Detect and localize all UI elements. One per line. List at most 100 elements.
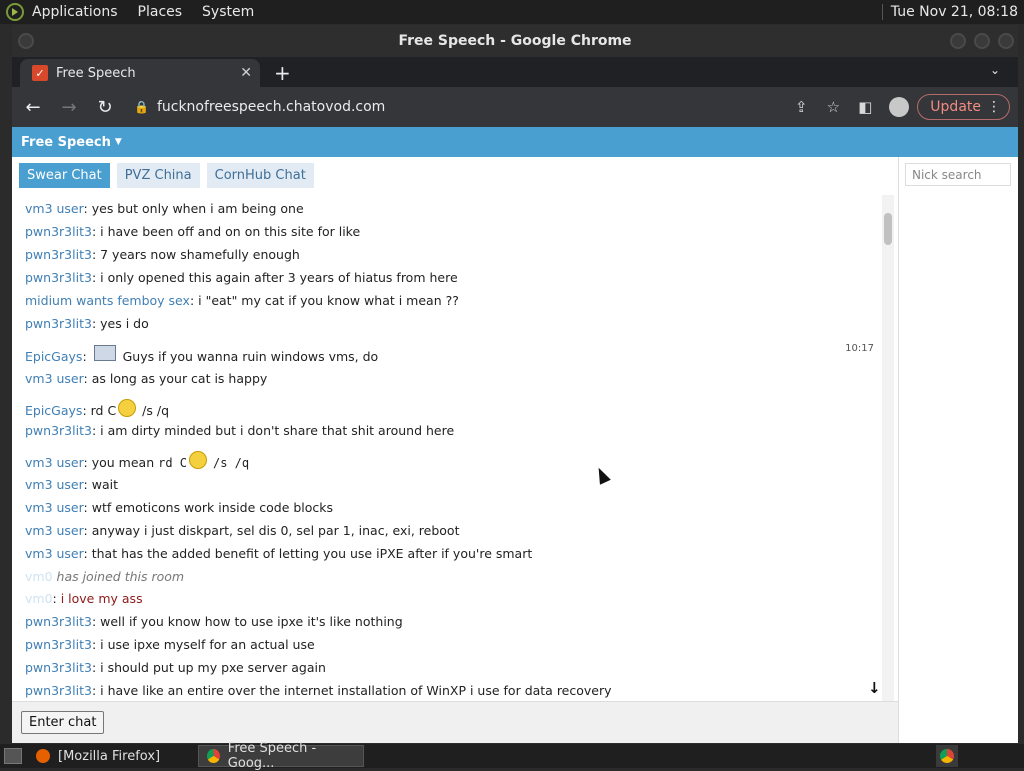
message-row: pwn3r3lit3: i only opened this again aft… xyxy=(25,270,458,285)
chrome-icon xyxy=(940,749,954,763)
message-text: i am dirty minded but i don't share that… xyxy=(100,423,455,438)
message-row: EpicGays: rd C /s /q xyxy=(25,399,169,418)
message-row: pwn3r3lit3: i should put up my pxe serve… xyxy=(25,660,326,675)
message-nick[interactable]: pwn3r3lit3 xyxy=(25,224,92,239)
message-nick[interactable]: vm0 xyxy=(25,591,53,606)
message-row: vm0: i love my ass xyxy=(25,591,143,606)
window-titlebar[interactable]: Free Speech - Google Chrome xyxy=(12,25,1018,57)
code-block: /s /q xyxy=(213,456,250,470)
message-nick[interactable]: vm3 user xyxy=(25,455,84,470)
minimize-icon[interactable] xyxy=(950,33,966,49)
message-nick[interactable]: pwn3r3lit3 xyxy=(25,683,92,698)
browser-toolbar: ← → ↻ 🔒 fucknofreespeech.chatovod.com ⇪ … xyxy=(12,87,1018,127)
nick-search-input[interactable]: Nick search xyxy=(905,163,1011,186)
room-tab-pvz-china[interactable]: PVZ China xyxy=(116,163,200,188)
message-nick[interactable]: EpicGays xyxy=(25,349,82,364)
menu-places[interactable]: Places xyxy=(138,4,183,20)
message-text: i love my ass xyxy=(60,591,143,606)
browser-tab[interactable]: ✓ Free Speech ✕ xyxy=(20,59,260,87)
tab-search-chevron-icon[interactable]: ⌄ xyxy=(990,63,1000,77)
new-tab-icon[interactable]: + xyxy=(274,61,291,85)
site-favicon-icon: ✓ xyxy=(32,65,48,81)
message-row: pwn3r3lit3: 7 years now shamefully enoug… xyxy=(25,247,300,262)
close-window-icon[interactable] xyxy=(998,33,1014,49)
tray-chrome-icon[interactable] xyxy=(936,745,958,767)
room-tab-cornhub-chat[interactable]: CornHub Chat xyxy=(206,163,314,188)
address-bar[interactable]: fucknofreespeech.chatovod.com xyxy=(157,99,385,115)
reload-icon[interactable]: ↻ xyxy=(90,97,120,118)
tab-title: Free Speech xyxy=(56,65,136,81)
message-text: that has the added benefit of letting yo… xyxy=(91,546,533,561)
window-menu-icon[interactable] xyxy=(18,33,34,49)
user-list-panel: Nick search xyxy=(898,157,1018,743)
code-block: rd C xyxy=(158,456,188,470)
message-nick[interactable]: pwn3r3lit3 xyxy=(25,270,92,285)
taskbar-item-firefox[interactable]: [Mozilla Firefox] xyxy=(28,745,194,767)
caret-down-icon[interactable]: ▼ xyxy=(115,137,122,147)
message-text: as long as your cat is happy xyxy=(91,371,268,386)
message-nick[interactable]: midium wants femboy sex xyxy=(25,293,190,308)
menu-applications[interactable]: Applications xyxy=(32,4,118,20)
clock[interactable]: Tue Nov 21, 08:18 xyxy=(881,4,1018,20)
message-nick[interactable]: pwn3r3lit3 xyxy=(25,660,92,675)
browser-window: Free Speech - Google Chrome ✓ Free Speec… xyxy=(12,25,1018,743)
message-nick[interactable]: EpicGays xyxy=(25,403,82,418)
forward-icon[interactable]: → xyxy=(54,97,84,118)
taskbar-item-label: [Mozilla Firefox] xyxy=(58,748,161,764)
close-tab-icon[interactable]: ✕ xyxy=(240,65,252,81)
message-text: wtf emoticons work inside code blocks xyxy=(91,500,334,515)
message-nick[interactable]: vm3 user xyxy=(25,477,84,492)
enter-chat-button[interactable]: Enter chat xyxy=(21,711,105,734)
show-desktop-icon[interactable] xyxy=(4,748,22,764)
message-text: i only opened this again after 3 years o… xyxy=(100,270,458,285)
message-nick[interactable]: vm3 user xyxy=(25,371,84,386)
share-icon[interactable]: ⇪ xyxy=(785,98,817,116)
taskbar-item-chrome[interactable]: Free Speech - Goog... xyxy=(198,741,364,771)
message-text: 7 years now shamefully enough xyxy=(100,247,300,262)
scroll-to-bottom-arrow-icon[interactable]: ↓ xyxy=(868,679,881,697)
smiley-emoticon-icon xyxy=(118,399,137,417)
message-text: /s /q xyxy=(142,403,170,418)
message-row: pwn3r3lit3: yes i do xyxy=(25,316,149,331)
chat-main: Swear Chat PVZ China CornHub Chat vm3 us… xyxy=(12,157,898,743)
distro-logo-icon[interactable] xyxy=(6,3,24,21)
system-message-row: vm0 has joined this room xyxy=(25,569,184,584)
message-nick[interactable]: vm3 user xyxy=(25,523,84,538)
message-nick[interactable]: vm0 xyxy=(25,569,53,584)
kebab-menu-icon[interactable]: ⋮ xyxy=(987,99,1001,115)
menu-system[interactable]: System xyxy=(202,4,254,20)
message-text: rd C xyxy=(90,403,117,418)
message-nick[interactable]: pwn3r3lit3 xyxy=(25,423,92,438)
site-header: Free Speech ▼ xyxy=(12,127,1018,157)
message-nick[interactable]: pwn3r3lit3 xyxy=(25,614,92,629)
maximize-icon[interactable] xyxy=(974,33,990,49)
profile-avatar-icon[interactable] xyxy=(889,97,910,117)
bookmark-star-icon[interactable]: ☆ xyxy=(817,98,849,116)
message-row: vm3 user: anyway i just diskpart, sel di… xyxy=(25,523,460,538)
message-text: i use ipxe myself for an actual use xyxy=(100,637,315,652)
message-row: EpicGays: Guys if you wanna ruin windows… xyxy=(25,345,378,364)
message-nick[interactable]: vm3 user xyxy=(25,546,84,561)
message-text: yes but only when i am being one xyxy=(91,201,304,216)
room-tabs: Swear Chat PVZ China CornHub Chat xyxy=(19,163,321,188)
room-menu[interactable]: Free Speech xyxy=(21,135,111,150)
message-nick[interactable]: pwn3r3lit3 xyxy=(25,247,92,262)
update-button[interactable]: Update ⋮ xyxy=(917,94,1010,120)
page-viewport: Free Speech ▼ Swear Chat PVZ China CornH… xyxy=(12,127,1018,743)
message-text: you mean xyxy=(91,455,155,470)
message-nick[interactable]: vm3 user xyxy=(25,201,84,216)
side-panel-icon[interactable]: ◧ xyxy=(849,98,881,116)
message-row: pwn3r3lit3: i am dirty minded but i don'… xyxy=(25,423,455,438)
chat-scrollbar[interactable] xyxy=(882,195,894,701)
lock-icon[interactable]: 🔒 xyxy=(134,100,149,114)
scrollbar-thumb[interactable] xyxy=(884,213,892,245)
message-text: i "eat" my cat if you know what i mean ?… xyxy=(198,293,459,308)
message-nick[interactable]: pwn3r3lit3 xyxy=(25,637,92,652)
room-tab-swear-chat[interactable]: Swear Chat xyxy=(19,163,110,188)
message-row: vm3 user: wtf emoticons work inside code… xyxy=(25,500,334,515)
back-icon[interactable]: ← xyxy=(18,97,48,118)
message-nick[interactable]: pwn3r3lit3 xyxy=(25,316,92,331)
message-text: wait xyxy=(91,477,118,492)
message-nick[interactable]: vm3 user xyxy=(25,500,84,515)
message-row: vm3 user: yes but only when i am being o… xyxy=(25,201,304,216)
